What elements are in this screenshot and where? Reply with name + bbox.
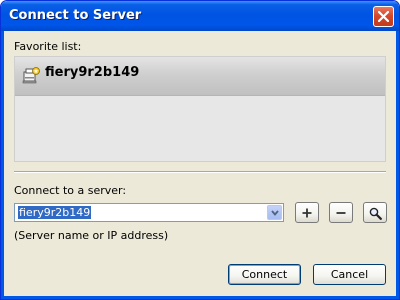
window-title: Connect to Server: [9, 8, 142, 23]
server-input-value[interactable]: fiery9r2b149: [18, 206, 92, 219]
favorite-list-label: Favorite list:: [14, 40, 82, 53]
window-frame-bottom: [1, 296, 399, 299]
combobox-dropdown-button[interactable]: [267, 205, 282, 220]
window-frame-right: [396, 31, 399, 299]
search-icon: [369, 207, 382, 220]
server-input-hint: (Server name or IP address): [14, 229, 169, 242]
plus-icon: [302, 208, 312, 218]
close-button[interactable]: [373, 6, 394, 27]
remove-server-button[interactable]: [329, 202, 353, 223]
minus-icon: [336, 212, 346, 214]
add-server-button[interactable]: [295, 202, 319, 223]
cancel-button[interactable]: Cancel: [313, 264, 386, 285]
separator: [14, 171, 386, 173]
window-frame-left: [1, 31, 4, 299]
server-combobox[interactable]: fiery9r2b149: [14, 203, 284, 222]
connect-button[interactable]: Connect: [228, 264, 301, 285]
dialog-window: Connect to Server Favorite list: fiery9r…: [0, 0, 400, 300]
favorite-list[interactable]: fiery9r2b149: [14, 56, 386, 162]
connect-server-label: Connect to a server:: [14, 184, 127, 197]
title-bar[interactable]: Connect to Server: [1, 1, 399, 31]
close-icon: [378, 11, 389, 22]
favorite-list-item[interactable]: fiery9r2b149: [15, 57, 385, 96]
chevron-down-icon: [271, 210, 279, 216]
printer-server-icon: [22, 67, 40, 84]
search-server-button[interactable]: [363, 202, 387, 223]
favorite-item-label: fiery9r2b149: [45, 65, 140, 80]
